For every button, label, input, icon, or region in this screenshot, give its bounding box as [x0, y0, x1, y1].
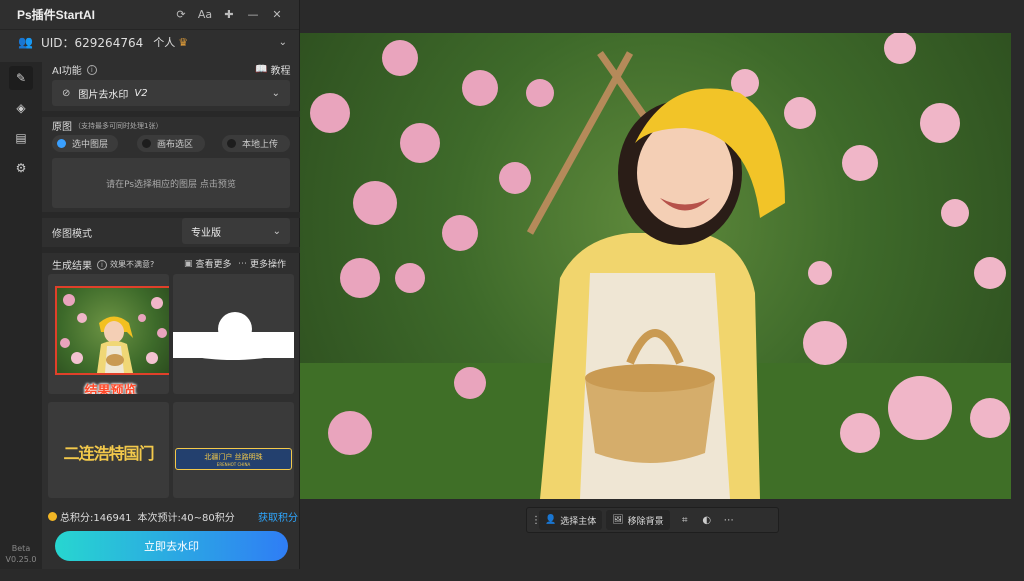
more-ops-label: 更多操作: [250, 260, 287, 270]
total-points: 总积分:146941: [60, 513, 132, 524]
radio-icon: [142, 139, 151, 148]
feedback-link[interactable]: 效果不满意?: [110, 259, 154, 270]
photo-girl-roses: [300, 33, 1011, 499]
layers-icon[interactable]: ◈: [9, 96, 33, 120]
select-subject-label: 选择主体: [560, 516, 597, 527]
result-tile-4[interactable]: 北疆门户 丝路明珠 ERENHOT CHINA: [173, 402, 294, 498]
divider: [42, 247, 300, 253]
function-value: 图片去水印: [78, 89, 129, 101]
canvas-toolbar: ⋮ 👤 选择主体 🖼 移除背景 ⌗ ◐ ⋯: [526, 507, 779, 533]
more-icon: ⋯: [238, 258, 247, 269]
radio-icon: [57, 139, 66, 148]
source-preview-area[interactable]: 请在Ps选择相应的图层 点击预览: [52, 158, 290, 208]
person-icon: 👤: [545, 515, 557, 525]
banner-right: 北疆门户 丝路明珠 ERENHOT CHINA: [175, 448, 292, 470]
banner-right-bottom: ERENHOT CHINA: [216, 461, 251, 467]
contrast-icon[interactable]: ◐: [696, 515, 718, 526]
source-hint: （支持最多可同时处理1张）: [74, 121, 163, 130]
coin-icon: [48, 512, 57, 521]
panel-title: Ps插件StartAI: [17, 8, 96, 22]
gear-icon[interactable]: ⚙: [9, 156, 33, 180]
crop-icon[interactable]: ⌗: [674, 515, 696, 526]
result-tile-2[interactable]: [173, 274, 294, 394]
source-heading: 原图 （支持最多可同时处理1张）: [52, 118, 163, 134]
more-ops-link[interactable]: ⋯ 更多操作: [238, 257, 287, 271]
user-uid: UID：629264764: [40, 35, 144, 50]
thumbnail-svg: [60, 294, 167, 373]
font-size-icon[interactable]: Aa: [193, 8, 217, 21]
mode-value: 专业版: [191, 227, 221, 239]
crown-icon: ♛: [178, 35, 189, 49]
source-placeholder: 请在Ps选择相应的图层 点击预览: [106, 179, 236, 190]
radio-icon: [227, 139, 236, 148]
mode-label: 修图模式: [52, 229, 92, 240]
chevron-down-icon[interactable]: ⌄: [279, 37, 287, 48]
gallery-icon: ▣: [184, 258, 193, 269]
option-canvas-selection[interactable]: 画布选区: [137, 135, 205, 152]
book-icon: 📖: [255, 64, 268, 75]
divider: [42, 111, 300, 117]
minimize-icon[interactable]: —: [241, 8, 265, 21]
user-bar: 👥 UID：629264764 个人 ♛ ⌄: [0, 30, 299, 54]
beta-label: Beta: [11, 544, 31, 553]
startai-panel: Ps插件StartAI ⟳ Aa ✚ — ✕ 👥 UID：629264764 个…: [0, 0, 300, 569]
option-label: 画布选区: [157, 140, 194, 150]
option-label: 本地上传: [242, 140, 279, 150]
points-bar: 总积分:146941 本次预计:40~80积分 获取积分: [48, 509, 298, 524]
results-label: 生成结果: [52, 261, 92, 272]
function-select[interactable]: ⊘ 图片去水印 V2 ⌄: [52, 80, 290, 106]
side-rail: ✎ ◈ ▤ ⚙ Beta V0.25.0: [0, 62, 42, 569]
users-icon: 👥: [18, 35, 33, 49]
select-subject-button[interactable]: 👤 选择主体: [539, 510, 603, 530]
ai-function-label: AI功能: [52, 66, 82, 77]
function-version: V2: [134, 87, 148, 99]
chevron-down-icon: ⌄: [272, 225, 281, 237]
chevron-down-icon: ⌄: [271, 87, 280, 99]
view-more-label: 查看更多: [195, 260, 232, 270]
refresh-icon[interactable]: ⟳: [169, 8, 193, 21]
earn-points-link[interactable]: 获取积分: [258, 509, 298, 524]
preview-caption: 结果预览: [84, 384, 137, 394]
close-icon[interactable]: ✕: [265, 8, 289, 21]
result-thumbnail[interactable]: [55, 286, 169, 375]
result-tile-1[interactable]: 结果预览: [48, 274, 169, 394]
tutorial-link[interactable]: 📖 教程: [255, 62, 290, 77]
ai-function-heading: AI功能 i: [52, 62, 97, 77]
remove-watermark-button[interactable]: 立即去水印: [55, 531, 288, 561]
brush-icon[interactable]: ✎: [9, 66, 33, 90]
canvas-image[interactable]: [300, 33, 1011, 499]
mode-heading: 修图模式: [52, 225, 92, 240]
info-icon[interactable]: i: [97, 259, 107, 270]
remove-background-button[interactable]: 🖼 移除背景: [606, 510, 670, 530]
drag-handle-icon[interactable]: ⋮: [531, 515, 541, 526]
banner-right-top: 北疆门户 丝路明珠: [204, 452, 263, 461]
banner-left-text: 二连浩特国门: [63, 444, 154, 463]
option-label: 选中图层: [72, 140, 109, 150]
more-icon[interactable]: ⋯: [718, 515, 740, 526]
source-label: 原图: [52, 122, 72, 133]
document-icon[interactable]: ▤: [9, 126, 33, 150]
panel-titlebar: Ps插件StartAI ⟳ Aa ✚ — ✕: [0, 0, 299, 30]
image-icon: 🖼: [612, 515, 624, 525]
remove-background-label: 移除背景: [627, 516, 664, 527]
plan-label: 个人: [153, 36, 176, 49]
tutorial-label: 教程: [270, 66, 291, 77]
cloud-icon: [173, 312, 294, 360]
no-watermark-icon: ⊘: [62, 87, 71, 99]
result-tile-3[interactable]: 二连浩特国门: [48, 402, 169, 498]
panel-content: AI功能 i 📖 教程 ⊘ 图片去水印 V2 ⌄ 原图 （支持最多可同时处理1张…: [42, 54, 300, 569]
results-heading: 生成结果 i 效果不满意?: [52, 257, 154, 272]
option-local-upload[interactable]: 本地上传: [222, 135, 290, 152]
version-label: V0.25.0: [5, 555, 37, 564]
estimate-points: 本次预计:40~80积分: [137, 513, 235, 524]
info-icon[interactable]: i: [86, 64, 97, 75]
view-more-link[interactable]: ▣ 查看更多: [184, 257, 232, 271]
mode-select[interactable]: 专业版 ⌄: [182, 218, 290, 244]
option-selected-layer[interactable]: 选中图层: [52, 135, 118, 152]
pin-icon[interactable]: ✚: [217, 8, 241, 21]
